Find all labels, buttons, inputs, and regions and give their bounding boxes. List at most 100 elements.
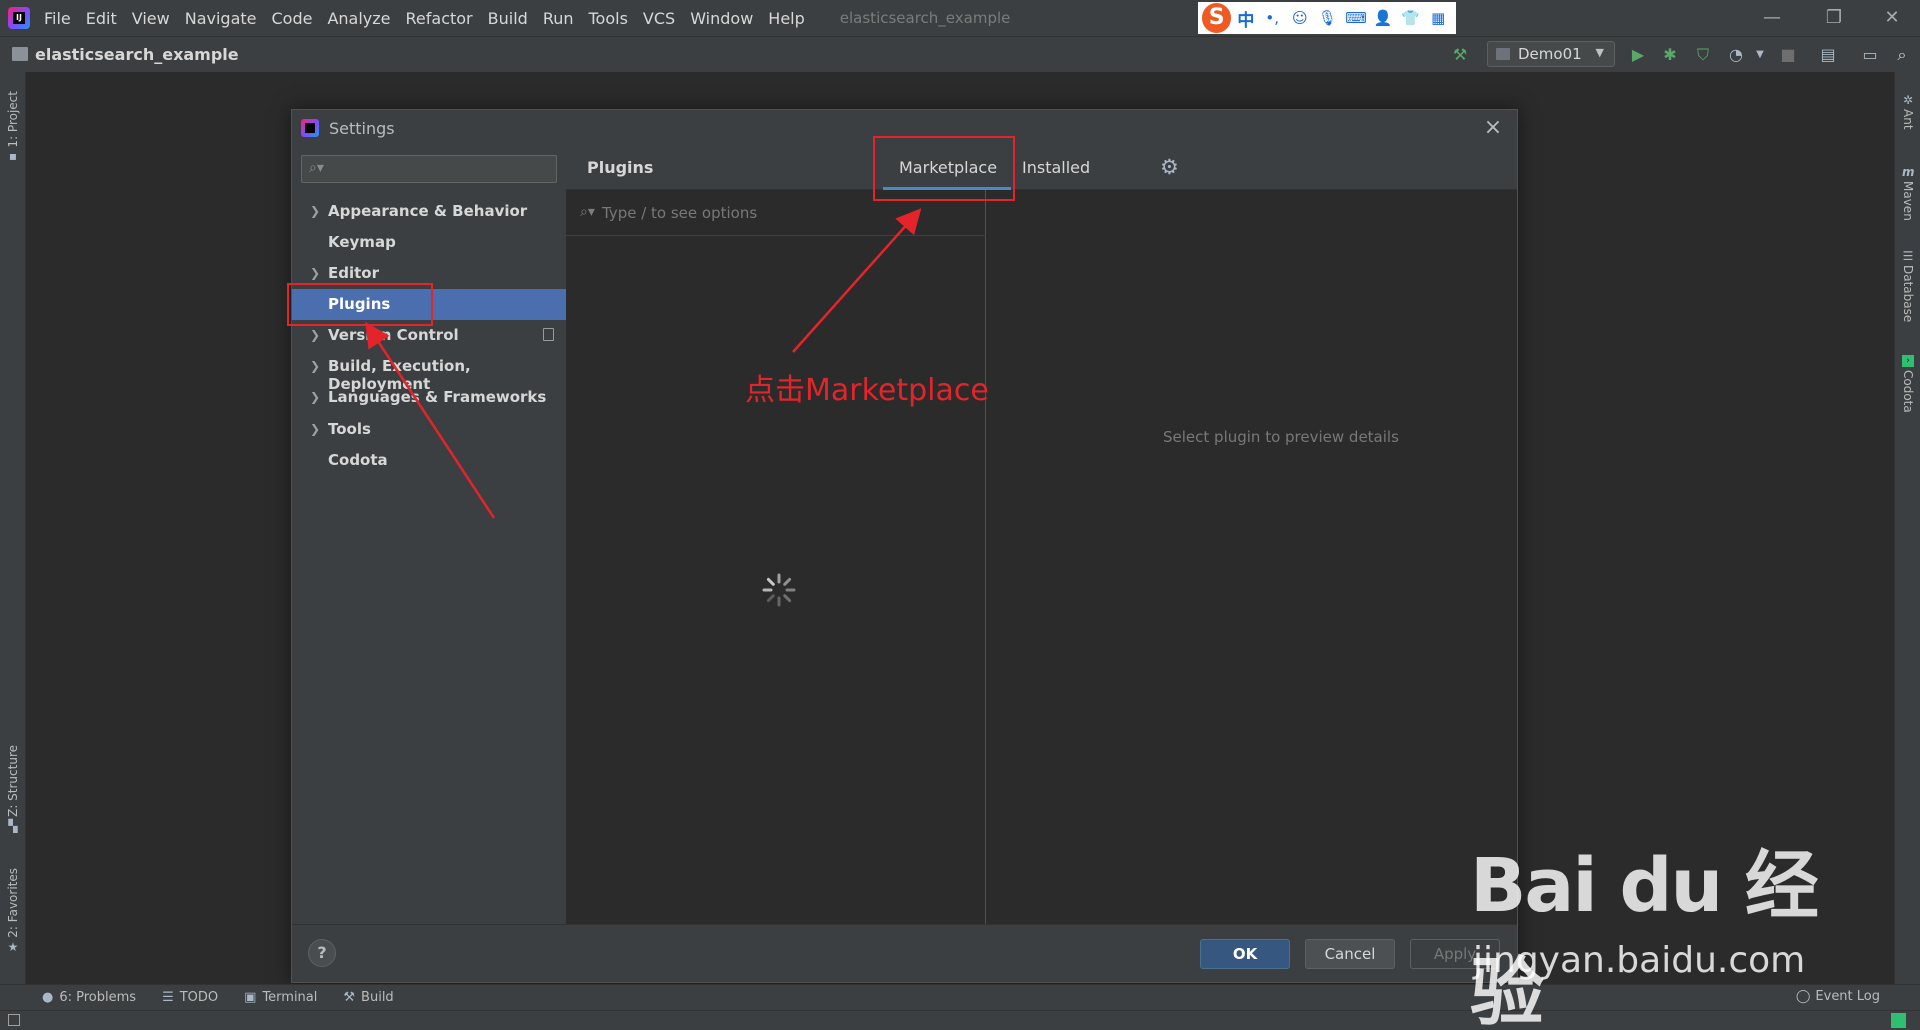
settings-nav-tree: ⌕▾ ❯ Appearance & Behavior Keymap ❯ Edit… [292,146,566,924]
ok-button[interactable]: OK [1200,939,1290,969]
plugins-header: Plugins Marketplace Installed ⚙ [566,146,1517,190]
stop-icon[interactable]: ■ [1778,45,1798,65]
left-tool-strip: 1: Project ▪ Z: Structure ▚ 2: Favorites… [0,72,26,984]
maven-icon: m [1902,165,1915,180]
favorites-tab-label: 2: Favorites [6,868,20,938]
menu-edit[interactable]: Edit [86,9,117,28]
restore-icon[interactable]: ❐ [1819,6,1849,30]
menu-vcs[interactable]: VCS [643,9,675,28]
search-everywhere-icon[interactable]: ⌕ [1892,45,1912,65]
project-tool-tab[interactable]: 1: Project ▪ [0,78,26,178]
menu-view[interactable]: View [132,9,170,28]
help-button[interactable]: ? [308,939,336,967]
run-icon[interactable]: ▶ [1628,45,1648,65]
nav-item-codota[interactable]: Codota [292,445,566,476]
chevron-right-icon[interactable]: ❯ [310,359,320,373]
project-level-icon [543,328,554,341]
terminal-icon: ▣ [244,990,257,1005]
chevron-right-icon[interactable]: ❯ [310,328,320,342]
star-icon: ★ [7,939,19,954]
nav-item-label: Editor [328,264,379,282]
chevron-right-icon[interactable]: ❯ [310,422,320,436]
profiler-icon[interactable]: ◔ [1726,45,1746,65]
problems-tab-label: 6: Problems [59,990,137,1005]
hammer-icon: ⚒ [343,990,356,1005]
structure-tab-label: Z: Structure [6,745,20,817]
grid-icon[interactable]: ▦ [1428,8,1448,28]
shirt-icon[interactable]: 👕 [1401,8,1421,28]
window-layout-icon[interactable]: ▭ [1860,45,1880,65]
intellij-logo-icon [301,119,319,137]
nav-item-languages-frameworks[interactable]: ❯ Languages & Frameworks [292,382,566,413]
build-tool-tab[interactable]: ⚒ Build [343,990,393,1005]
nav-item-keymap[interactable]: Keymap [292,227,566,258]
watermark-url: jingyan.baidu.com [1473,940,1806,981]
annotation-text: 点击Marketplace [745,373,989,408]
ime-language-toggle[interactable]: 中 [1237,6,1254,31]
intellij-logo-icon: IJ [8,7,30,29]
minimize-icon[interactable]: — [1757,6,1787,30]
gear-icon[interactable]: ⚙ [1160,155,1179,179]
menu-navigate[interactable]: Navigate [185,9,257,28]
menu-code[interactable]: Code [272,9,313,28]
project-structure-icon[interactable]: ▤ [1818,45,1838,65]
database-tool-tab[interactable]: ☰ Database [1895,240,1920,330]
menu-help[interactable]: Help [768,9,804,28]
menu-tools[interactable]: Tools [589,9,628,28]
problems-tool-tab[interactable]: ● 6: Problems [42,990,136,1005]
chevron-right-icon[interactable]: ❯ [310,266,320,280]
keyboard-icon[interactable]: ⌨ [1345,8,1367,28]
tab-installed[interactable]: Installed [1022,158,1090,177]
project-breadcrumb[interactable]: elasticsearch_example [35,45,239,64]
dialog-title: Settings [329,118,395,138]
ime-punct-toggle[interactable]: •, [1262,8,1282,28]
codota-status-icon[interactable] [1891,1013,1906,1028]
loading-spinner-icon [762,573,796,607]
search-icon: ⌕▾ [309,160,324,176]
project-tab-label: 1: Project [6,90,20,148]
terminal-tool-tab[interactable]: ▣ Terminal [244,990,317,1005]
search-placeholder: Type / to see options [602,204,758,222]
settings-search-input[interactable]: ⌕▾ [301,155,557,183]
sogou-logo-icon[interactable]: S [1202,3,1232,33]
menu-build[interactable]: Build [488,9,528,28]
user-icon[interactable]: 👤 [1373,8,1393,28]
close-window-icon[interactable]: ✕ [1877,6,1907,30]
codota-tool-tab[interactable]: › Codota [1895,340,1920,424]
structure-tool-tab[interactable]: Z: Structure ▚ [0,740,26,840]
ant-tool-tab[interactable]: ✲ Ant [1895,80,1920,140]
maven-tool-tab[interactable]: m Maven [1895,152,1920,232]
ant-tab-label: Ant [1901,108,1915,130]
plugin-list-pane: ⌕▾ Type / to see options [566,190,986,924]
run-configuration-select[interactable]: Demo01 ▼ [1487,41,1615,67]
debug-icon[interactable]: ✱ [1660,45,1680,65]
menu-run[interactable]: Run [543,9,574,28]
nav-item-build-execution-deployment[interactable]: ❯ Build, Execution, Deployment [292,351,566,393]
main-toolbar: elasticsearch_example ⚒ Demo01 ▼ ▶ ✱ ⛉ ◔… [0,36,1920,72]
menu-analyze[interactable]: Analyze [327,9,390,28]
menu-window[interactable]: Window [690,9,753,28]
run-config-icon [1496,48,1510,60]
baidu-jingyan-watermark: Bai du 经验 jingyan.baidu.com [1470,820,1830,1030]
right-tool-strip: ✲ Ant m Maven ☰ Database › Codota [1894,72,1920,984]
nav-item-appearance-behavior[interactable]: ❯ Appearance & Behavior [292,196,566,227]
todo-tool-tab[interactable]: ☰ TODO [162,990,218,1005]
menu-file[interactable]: File [44,9,71,28]
chevron-down-icon[interactable]: ▼ [1750,45,1770,65]
toggle-toolwindows-icon[interactable] [8,1014,20,1026]
favorites-tool-tab[interactable]: 2: Favorites ★ [0,862,26,962]
nav-item-label: Tools [328,420,371,438]
nav-item-label: Appearance & Behavior [328,202,528,220]
menu-refactor[interactable]: Refactor [406,9,473,28]
chevron-right-icon[interactable]: ❯ [310,390,320,404]
nav-item-tools[interactable]: ❯ Tools [292,414,566,445]
close-icon[interactable]: × [1481,116,1505,140]
coverage-icon[interactable]: ⛉ [1693,45,1713,65]
cancel-button[interactable]: Cancel [1305,939,1395,969]
chevron-right-icon[interactable]: ❯ [310,204,320,218]
database-icon: ☰ [1902,249,1914,264]
emoji-icon[interactable]: ☺ [1290,8,1310,28]
problems-icon: ● [42,990,54,1005]
mic-icon[interactable]: 🎙 [1318,8,1338,28]
hammer-icon[interactable]: ⚒ [1450,45,1470,65]
